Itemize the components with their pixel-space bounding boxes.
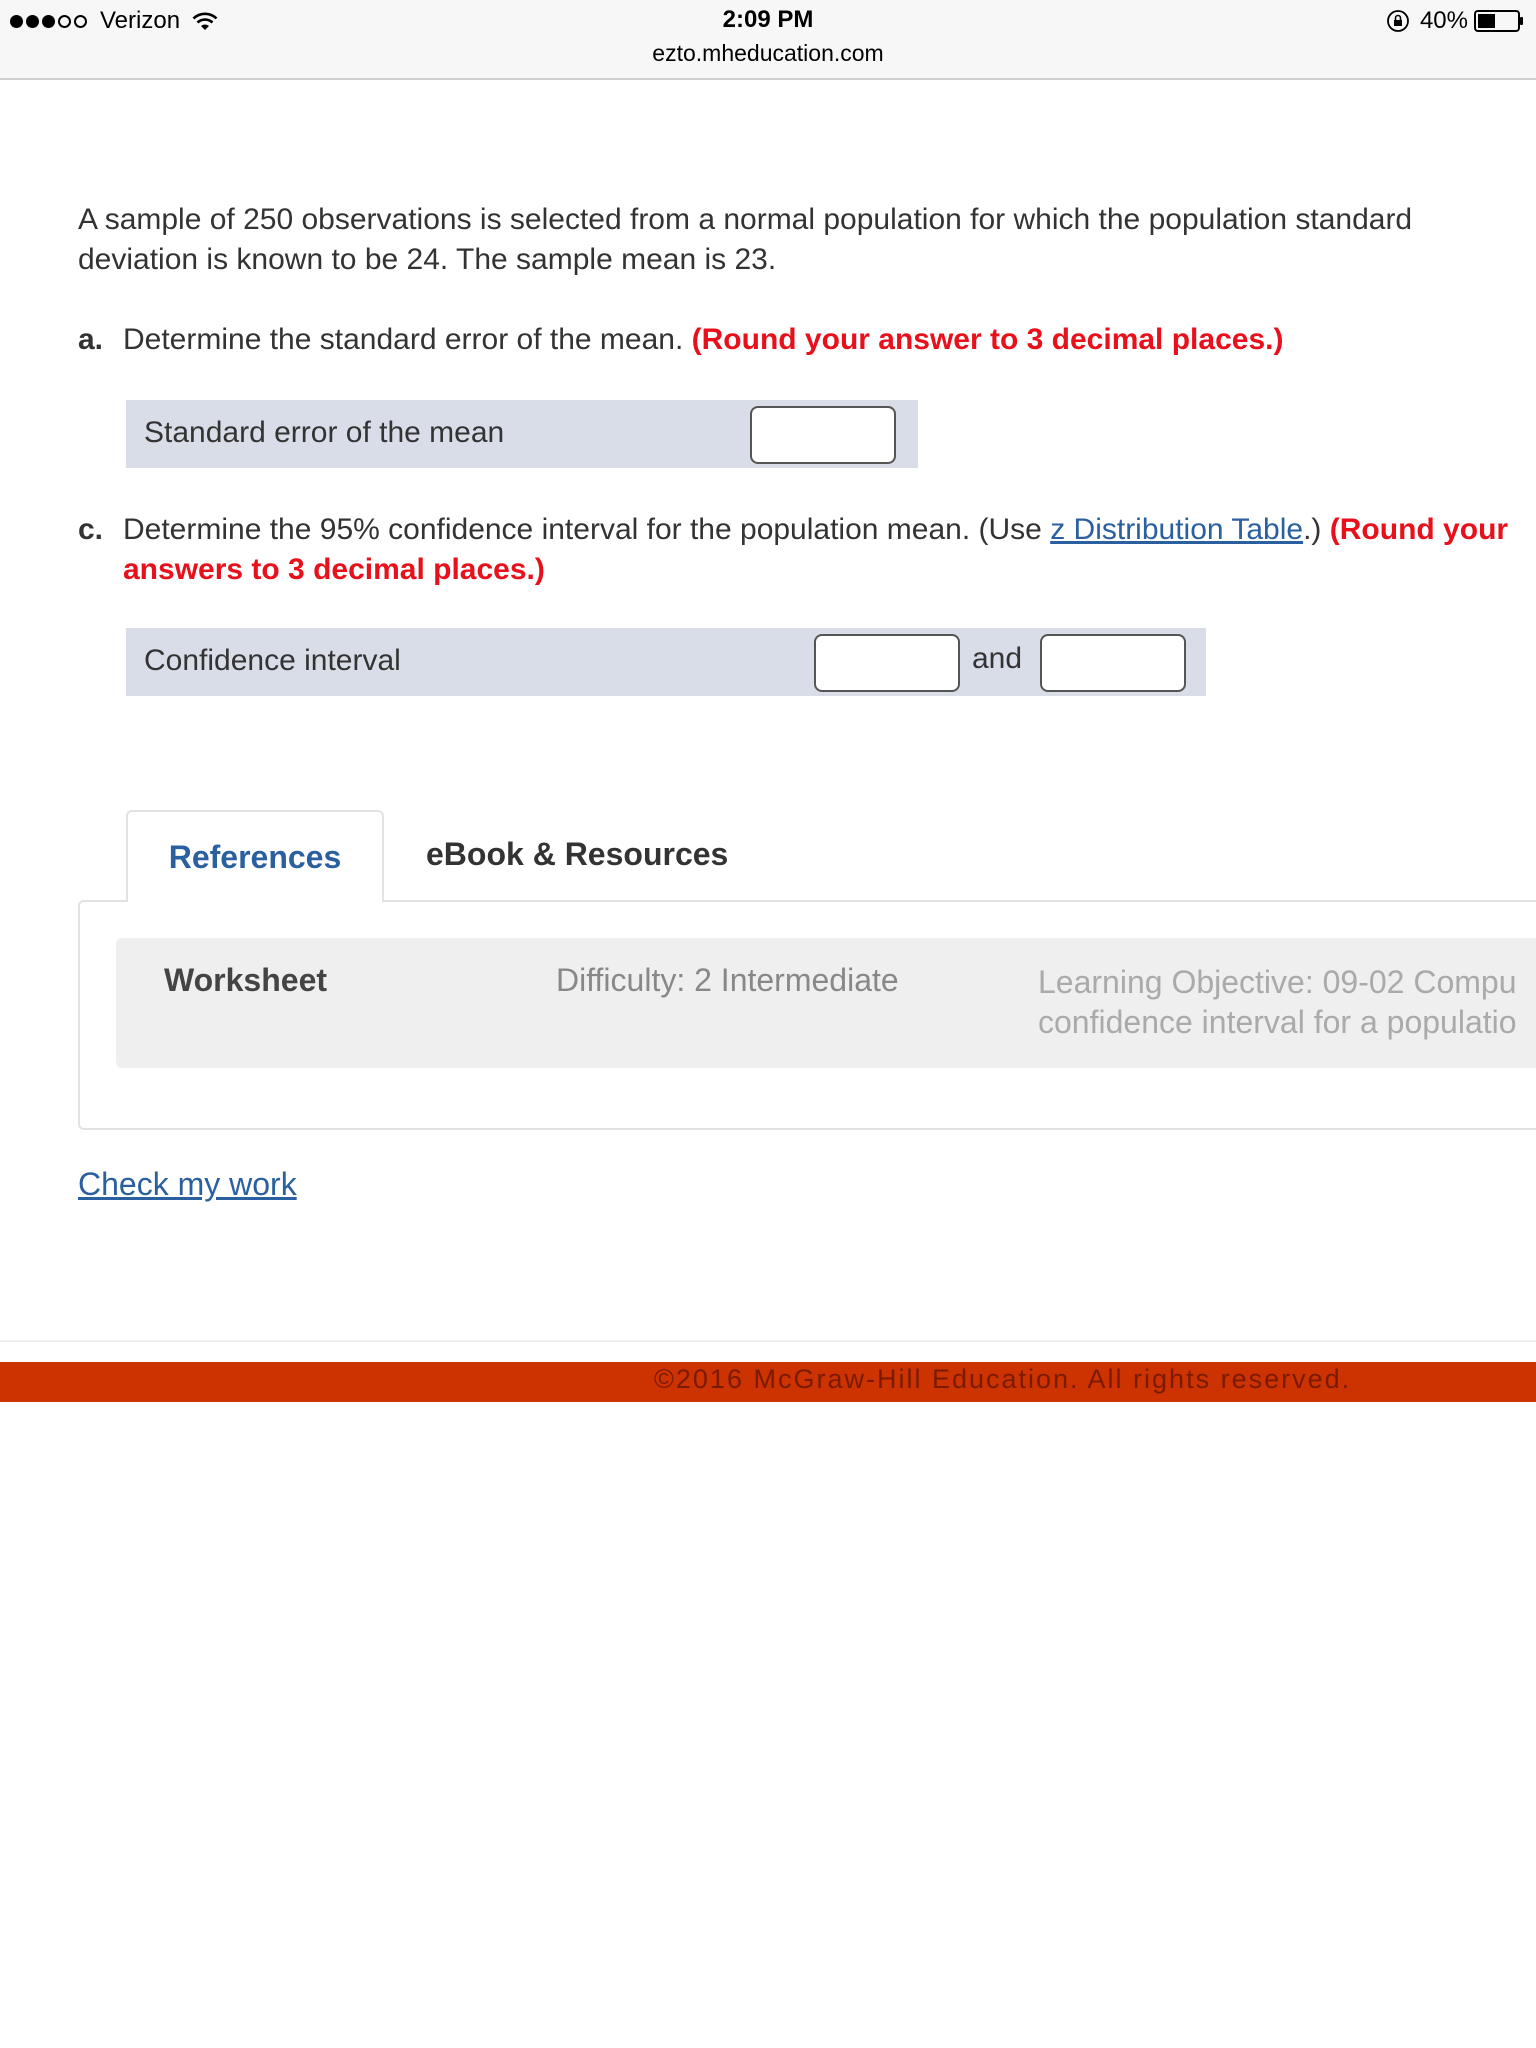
standard-error-row: Standard error of the mean	[126, 400, 918, 468]
difficulty-label: Difficulty: 2 Intermediate	[556, 962, 899, 998]
status-right: 40%	[1386, 6, 1524, 36]
check-my-work-link[interactable]: Check my work	[78, 1166, 297, 1203]
footer-bar: ©2016 McGraw-Hill Education. All rights …	[0, 1362, 1536, 1402]
part-a-text: Determine the standard error of the mean…	[123, 323, 684, 356]
standard-error-input[interactable]	[750, 406, 896, 464]
battery-icon	[1474, 10, 1523, 32]
learning-objective: Learning Objective: 09-02 Compu confiden…	[1038, 964, 1517, 1040]
confidence-interval-row: Confidence interval and	[126, 628, 1206, 696]
references-panel: Worksheet Difficulty: 2 Intermediate Lea…	[78, 900, 1536, 1130]
part-c-text: Determine the 95% confidence interval fo…	[123, 513, 1051, 546]
part-c-text-after: .)	[1303, 513, 1322, 546]
references-row: Worksheet Difficulty: 2 Intermediate Lea…	[116, 938, 1536, 1068]
tab-ebook-resources[interactable]: eBook & Resources	[426, 836, 728, 873]
footer-divider	[0, 1340, 1536, 1342]
confidence-lower-input[interactable]	[814, 634, 960, 692]
status-bar: Verizon 2:09 PM ezto.mheducation.com 40%	[0, 0, 1536, 80]
status-time: 2:09 PM	[722, 6, 814, 33]
z-distribution-table-link[interactable]: z Distribution Table	[1050, 513, 1303, 546]
battery-percent: 40%	[1419, 7, 1468, 34]
part-a-instruction: (Round your answer to 3 decimal places.)	[691, 323, 1284, 356]
confidence-upper-input[interactable]	[1040, 634, 1186, 692]
part-c: c. Determine the 95% confidence interval…	[78, 510, 1518, 590]
confidence-interval-label: Confidence interval	[144, 644, 401, 677]
and-label: and	[972, 642, 1023, 675]
address-url[interactable]: ezto.mheducation.com	[0, 40, 1536, 67]
part-c-letter: c.	[78, 513, 104, 546]
part-a: a. Determine the standard error of the m…	[78, 320, 1518, 360]
standard-error-label: Standard error of the mean	[144, 416, 505, 449]
tab-references[interactable]: References	[126, 810, 384, 902]
footer-copyright: ©2016 McGraw-Hill Education. All rights …	[654, 1364, 1352, 1394]
worksheet-link[interactable]: Worksheet	[164, 962, 327, 999]
part-a-letter: a.	[78, 323, 104, 356]
rotation-lock-icon	[1387, 10, 1409, 32]
question-prompt: A sample of 250 observations is selected…	[78, 203, 1413, 276]
